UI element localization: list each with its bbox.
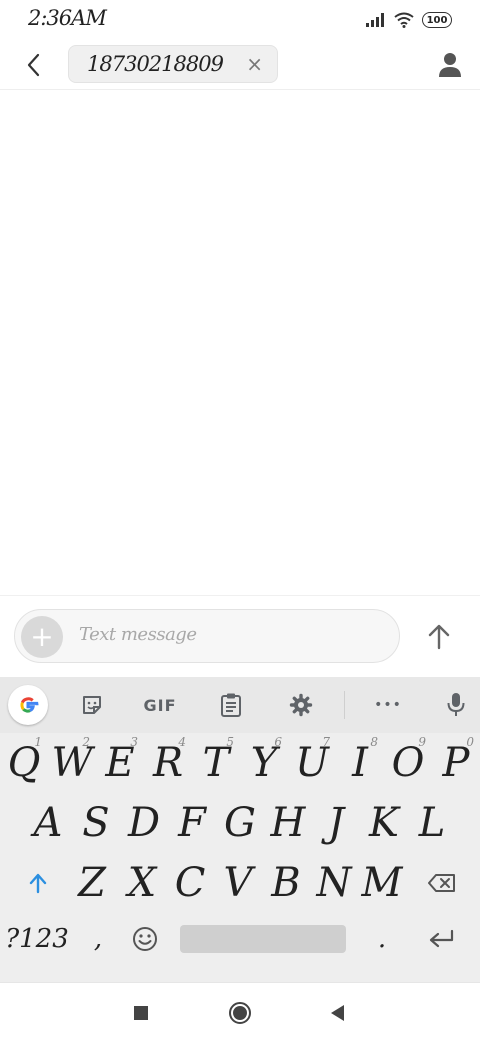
- more-button[interactable]: •••: [368, 685, 408, 725]
- key-c[interactable]: C: [166, 853, 214, 913]
- gif-label: GIF: [143, 695, 177, 715]
- status-time: 2:36AM: [28, 6, 107, 30]
- key-y[interactable]: Y6: [240, 733, 288, 793]
- navigation-bar: [0, 982, 480, 1040]
- period-key[interactable]: .: [358, 917, 406, 961]
- key-i[interactable]: I8: [336, 733, 384, 793]
- arrow-left-icon: [27, 53, 40, 77]
- battery-level: 100: [426, 14, 448, 26]
- key-m[interactable]: M: [358, 853, 406, 913]
- key-row-3: Z X C V B N M: [0, 853, 480, 913]
- key-n[interactable]: N: [310, 853, 358, 913]
- shift-key[interactable]: [8, 853, 68, 913]
- enter-icon: [429, 929, 454, 948]
- key-o[interactable]: O9: [384, 733, 432, 793]
- comma-key[interactable]: ,: [74, 917, 122, 961]
- key-e[interactable]: E3: [96, 733, 144, 793]
- keyboard: GIF ••• Q 1 W 2 E 3 R 4 T 5 Y 6 U 7 I 8 …: [0, 677, 480, 982]
- key-p[interactable]: P0: [432, 733, 480, 793]
- keyboard-toolbar: GIF •••: [0, 677, 480, 733]
- key-x[interactable]: X: [118, 853, 166, 913]
- key-row-4: ?123 , .: [0, 917, 480, 977]
- recipient-chip[interactable]: 18730218809 ×: [68, 45, 278, 83]
- sticker-button[interactable]: [72, 685, 112, 725]
- status-icons: 100: [366, 12, 452, 28]
- message-input[interactable]: Text message: [79, 624, 197, 645]
- voice-input-button[interactable]: [436, 685, 476, 725]
- key-row-2: A S D F G H J K L: [0, 793, 480, 853]
- gif-button[interactable]: GIF: [140, 685, 180, 725]
- nav-back-button[interactable]: [324, 999, 352, 1027]
- key-a[interactable]: A: [24, 793, 72, 853]
- sticker-icon: [83, 696, 101, 714]
- battery-indicator: 100: [422, 12, 452, 28]
- compose-box[interactable]: + Text message: [14, 609, 400, 663]
- back-button[interactable]: [22, 50, 46, 80]
- space-key[interactable]: [180, 925, 346, 953]
- key-row-1: Q1 W2 E3 R4 T5 Y6 U7 I8 O9 P0: [0, 733, 480, 793]
- key-l[interactable]: L: [408, 793, 456, 853]
- settings-button[interactable]: [281, 685, 321, 725]
- square-icon: [134, 1006, 148, 1020]
- recents-button[interactable]: [127, 999, 155, 1027]
- key-q[interactable]: Q1: [0, 733, 48, 793]
- microphone-icon: [447, 693, 465, 716]
- google-button[interactable]: [8, 685, 48, 725]
- emoji-key[interactable]: [122, 917, 168, 961]
- more-dots-icon: •••: [374, 697, 402, 713]
- shift-arrow-icon: [29, 873, 47, 894]
- symbols-key[interactable]: ?123: [2, 917, 72, 961]
- google-g-icon: [20, 697, 39, 713]
- key-w[interactable]: W2: [48, 733, 96, 793]
- clipboard-button[interactable]: [211, 685, 251, 725]
- enter-key[interactable]: [414, 917, 470, 961]
- plus-icon: +: [30, 620, 54, 653]
- circle-icon: [229, 1002, 251, 1024]
- key-g[interactable]: G: [216, 793, 264, 853]
- contact-button[interactable]: [436, 50, 464, 80]
- attach-button[interactable]: +: [21, 616, 63, 658]
- home-button[interactable]: [226, 999, 254, 1027]
- conversation-header: 18730218809 ×: [0, 42, 480, 90]
- gear-icon: [289, 693, 313, 717]
- wifi-icon: [394, 12, 414, 28]
- send-button[interactable]: [420, 618, 458, 656]
- backspace-icon: [428, 874, 455, 892]
- key-r[interactable]: R4: [144, 733, 192, 793]
- key-z[interactable]: Z: [68, 853, 116, 913]
- person-icon: [439, 53, 461, 77]
- compose-divider: [0, 595, 480, 596]
- toolbar-divider: [344, 691, 345, 719]
- key-d[interactable]: D: [120, 793, 168, 853]
- message-list[interactable]: [0, 91, 480, 595]
- key-h[interactable]: H: [264, 793, 312, 853]
- triangle-back-icon: [331, 1005, 344, 1021]
- clipboard-icon: [221, 693, 241, 717]
- smiley-icon: [133, 927, 157, 951]
- arrow-up-icon: [428, 624, 450, 650]
- remove-recipient-button[interactable]: ×: [246, 52, 263, 76]
- key-j[interactable]: J: [312, 793, 360, 853]
- backspace-key[interactable]: [412, 853, 472, 913]
- key-f[interactable]: F: [168, 793, 216, 853]
- key-t[interactable]: T5: [192, 733, 240, 793]
- key-u[interactable]: U7: [288, 733, 336, 793]
- signal-icon: [366, 13, 384, 27]
- key-s[interactable]: S: [72, 793, 120, 853]
- status-bar: 2:36AM 100: [0, 0, 480, 42]
- key-k[interactable]: K: [360, 793, 408, 853]
- key-b[interactable]: B: [262, 853, 310, 913]
- key-v[interactable]: V: [214, 853, 262, 913]
- recipient-number: 18730218809: [87, 52, 224, 76]
